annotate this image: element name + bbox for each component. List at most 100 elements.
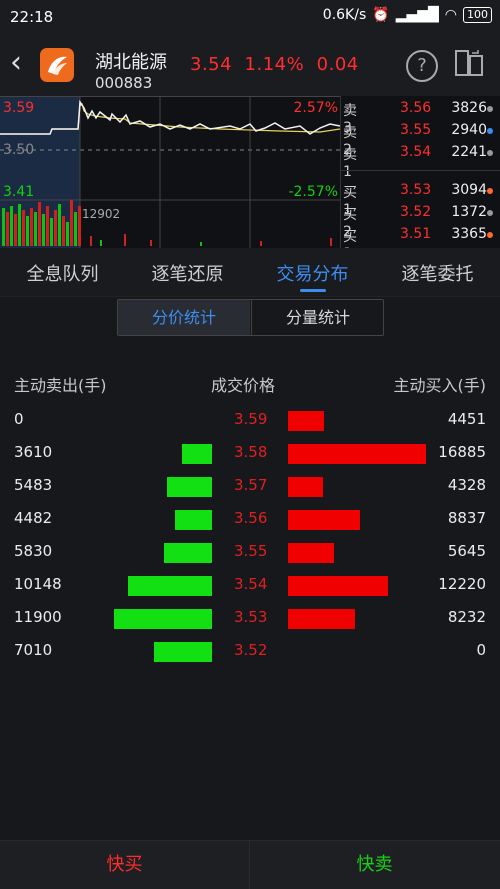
- sell-volume: 7010: [14, 641, 53, 659]
- chart-volume: 12902: [82, 207, 121, 221]
- signal-icon: ▂▄▆█: [395, 7, 439, 23]
- buy-volume-bar: [288, 543, 334, 563]
- buy-volume-bar: [288, 609, 355, 629]
- stock-change-pct: 1.14%: [244, 54, 305, 75]
- order-dot: [487, 106, 493, 112]
- quick-sell-button[interactable]: 快卖: [250, 841, 499, 889]
- buy-volume-bar: [288, 510, 360, 530]
- table-row: 5830 3.55 5645: [0, 535, 500, 568]
- table-row: 10148 3.54 12220: [0, 568, 500, 601]
- order-dot: [487, 232, 493, 238]
- stock-quote: 3.54 1.14% 0.04: [190, 54, 359, 75]
- sell-volume-bar: [175, 510, 212, 530]
- stock-name: 湖北能源: [95, 52, 167, 73]
- trade-price: 3.59: [234, 410, 268, 428]
- tab-bar: 全息队列 逐笔还原 交易分布 逐笔委托: [0, 248, 500, 297]
- buy-volume: 4451: [447, 410, 486, 428]
- orderbook-divider: [340, 96, 341, 248]
- column-header-sell: 主动卖出(手): [14, 376, 107, 395]
- sell-volume: 5830: [14, 542, 53, 560]
- order-volume: 3094: [451, 182, 487, 198]
- status-time: 22:18: [10, 8, 54, 26]
- buy-volume: 0: [476, 641, 486, 659]
- sell-volume-bar: [128, 576, 212, 596]
- network-speed: 0.6K/s: [322, 7, 367, 23]
- segment-by-price[interactable]: 分价统计: [118, 300, 250, 335]
- chart-low-pct: -2.57%: [288, 184, 338, 200]
- table-row: 5483 3.57 4328: [0, 469, 500, 502]
- order-volume: 3365: [451, 226, 487, 242]
- chart-high-price: 3.59: [3, 100, 35, 116]
- buy-volume: 4328: [447, 476, 486, 494]
- buy-volume-bar: [288, 411, 324, 431]
- help-icon[interactable]: ?: [406, 50, 438, 82]
- battery-icon: 100: [463, 7, 492, 23]
- tab-tick-restore[interactable]: 逐笔还原: [125, 260, 250, 286]
- sell-volume: 0: [14, 410, 24, 428]
- order-volume: 2241: [451, 144, 487, 160]
- alarm-icon: ⏰: [372, 7, 390, 23]
- order-dot: [487, 188, 493, 194]
- stock-code: 000883: [95, 74, 153, 92]
- sell-volume-bar: [182, 444, 212, 464]
- sell-volume-bar: [167, 477, 212, 497]
- order-dot: [487, 210, 493, 216]
- status-icons: 0.6K/s ⏰ ▂▄▆█ ◠ 100: [323, 7, 492, 23]
- table-row: 11900 3.53 8232: [0, 601, 500, 634]
- table-row: 7010 3.52 0: [0, 634, 500, 667]
- chart-mid-price: 3.50: [3, 142, 35, 158]
- tab-trade-distribution[interactable]: 交易分布: [250, 260, 375, 286]
- table-row: 4482 3.56 8837: [0, 502, 500, 535]
- order-dot: [487, 150, 493, 156]
- trade-price: 3.53: [234, 608, 268, 626]
- stock-change: 0.04: [316, 54, 359, 75]
- buy-volume-bar: [288, 576, 388, 596]
- buy-volume-bar: [288, 477, 323, 497]
- buy-volume: 8837: [447, 509, 486, 527]
- buy-volume: 12220: [438, 575, 486, 593]
- trade-price: 3.54: [234, 575, 268, 593]
- wifi-icon: ◠: [444, 7, 457, 23]
- sell-volume-bar: [164, 543, 212, 563]
- sell-volume: 4482: [14, 509, 53, 527]
- sell-volume: 5483: [14, 476, 53, 494]
- sell-volume-bar: [114, 609, 212, 629]
- quick-buy-button[interactable]: 快买: [0, 841, 250, 889]
- segment-control: 分价统计 分量统计: [117, 299, 384, 336]
- chart-low-price: 3.41: [3, 184, 35, 200]
- order-dot: [487, 128, 493, 134]
- status-bar: 22:18 0.6K/s ⏰ ▂▄▆█ ◠ 100: [0, 0, 500, 34]
- tab-indicator: [300, 289, 326, 292]
- sell-volume-bar: [154, 642, 212, 662]
- table-row: 3610 3.58 16885: [0, 436, 500, 469]
- trade-price: 3.52: [234, 641, 268, 659]
- trade-price: 3.56: [234, 509, 268, 527]
- trade-price: 3.55: [234, 542, 268, 560]
- tab-tick-orders[interactable]: 逐笔委托: [375, 260, 500, 286]
- table-row: 0 3.59 4451: [0, 403, 500, 436]
- tab-full-queue[interactable]: 全息队列: [0, 260, 125, 286]
- price-line-chart: [0, 96, 340, 248]
- buy-volume-bar: [288, 444, 426, 464]
- order-label: 卖1: [343, 147, 357, 180]
- trade-price: 3.57: [234, 476, 268, 494]
- rotate-screen-icon[interactable]: [453, 47, 485, 79]
- stock-header: ‹ 湖北能源 000883 3.54 1.14% 0.04 ?: [0, 34, 500, 96]
- orderbook-split: [340, 170, 500, 171]
- order-volume: 1372: [451, 204, 487, 220]
- back-icon[interactable]: ‹: [10, 48, 22, 78]
- sell-volume: 3610: [14, 443, 53, 461]
- column-header-price: 成交价格: [211, 376, 276, 395]
- trade-price: 3.58: [234, 443, 268, 461]
- stock-price: 3.54: [190, 54, 233, 75]
- sell-volume: 10148: [14, 575, 62, 593]
- buy-volume: 5645: [447, 542, 486, 560]
- buy-volume: 16885: [438, 443, 486, 461]
- segment-by-volume[interactable]: 分量统计: [251, 300, 384, 335]
- stock-logo: [40, 48, 74, 82]
- sell-volume: 11900: [14, 608, 62, 626]
- buy-volume: 8232: [447, 608, 486, 626]
- intraday-mini-chart[interactable]: 3.59 2.57% 3.50 3.41 -2.57% 12902 卖3 3.56…: [0, 96, 500, 262]
- order-volume: 2940: [451, 122, 487, 138]
- order-volume: 3826: [451, 100, 487, 116]
